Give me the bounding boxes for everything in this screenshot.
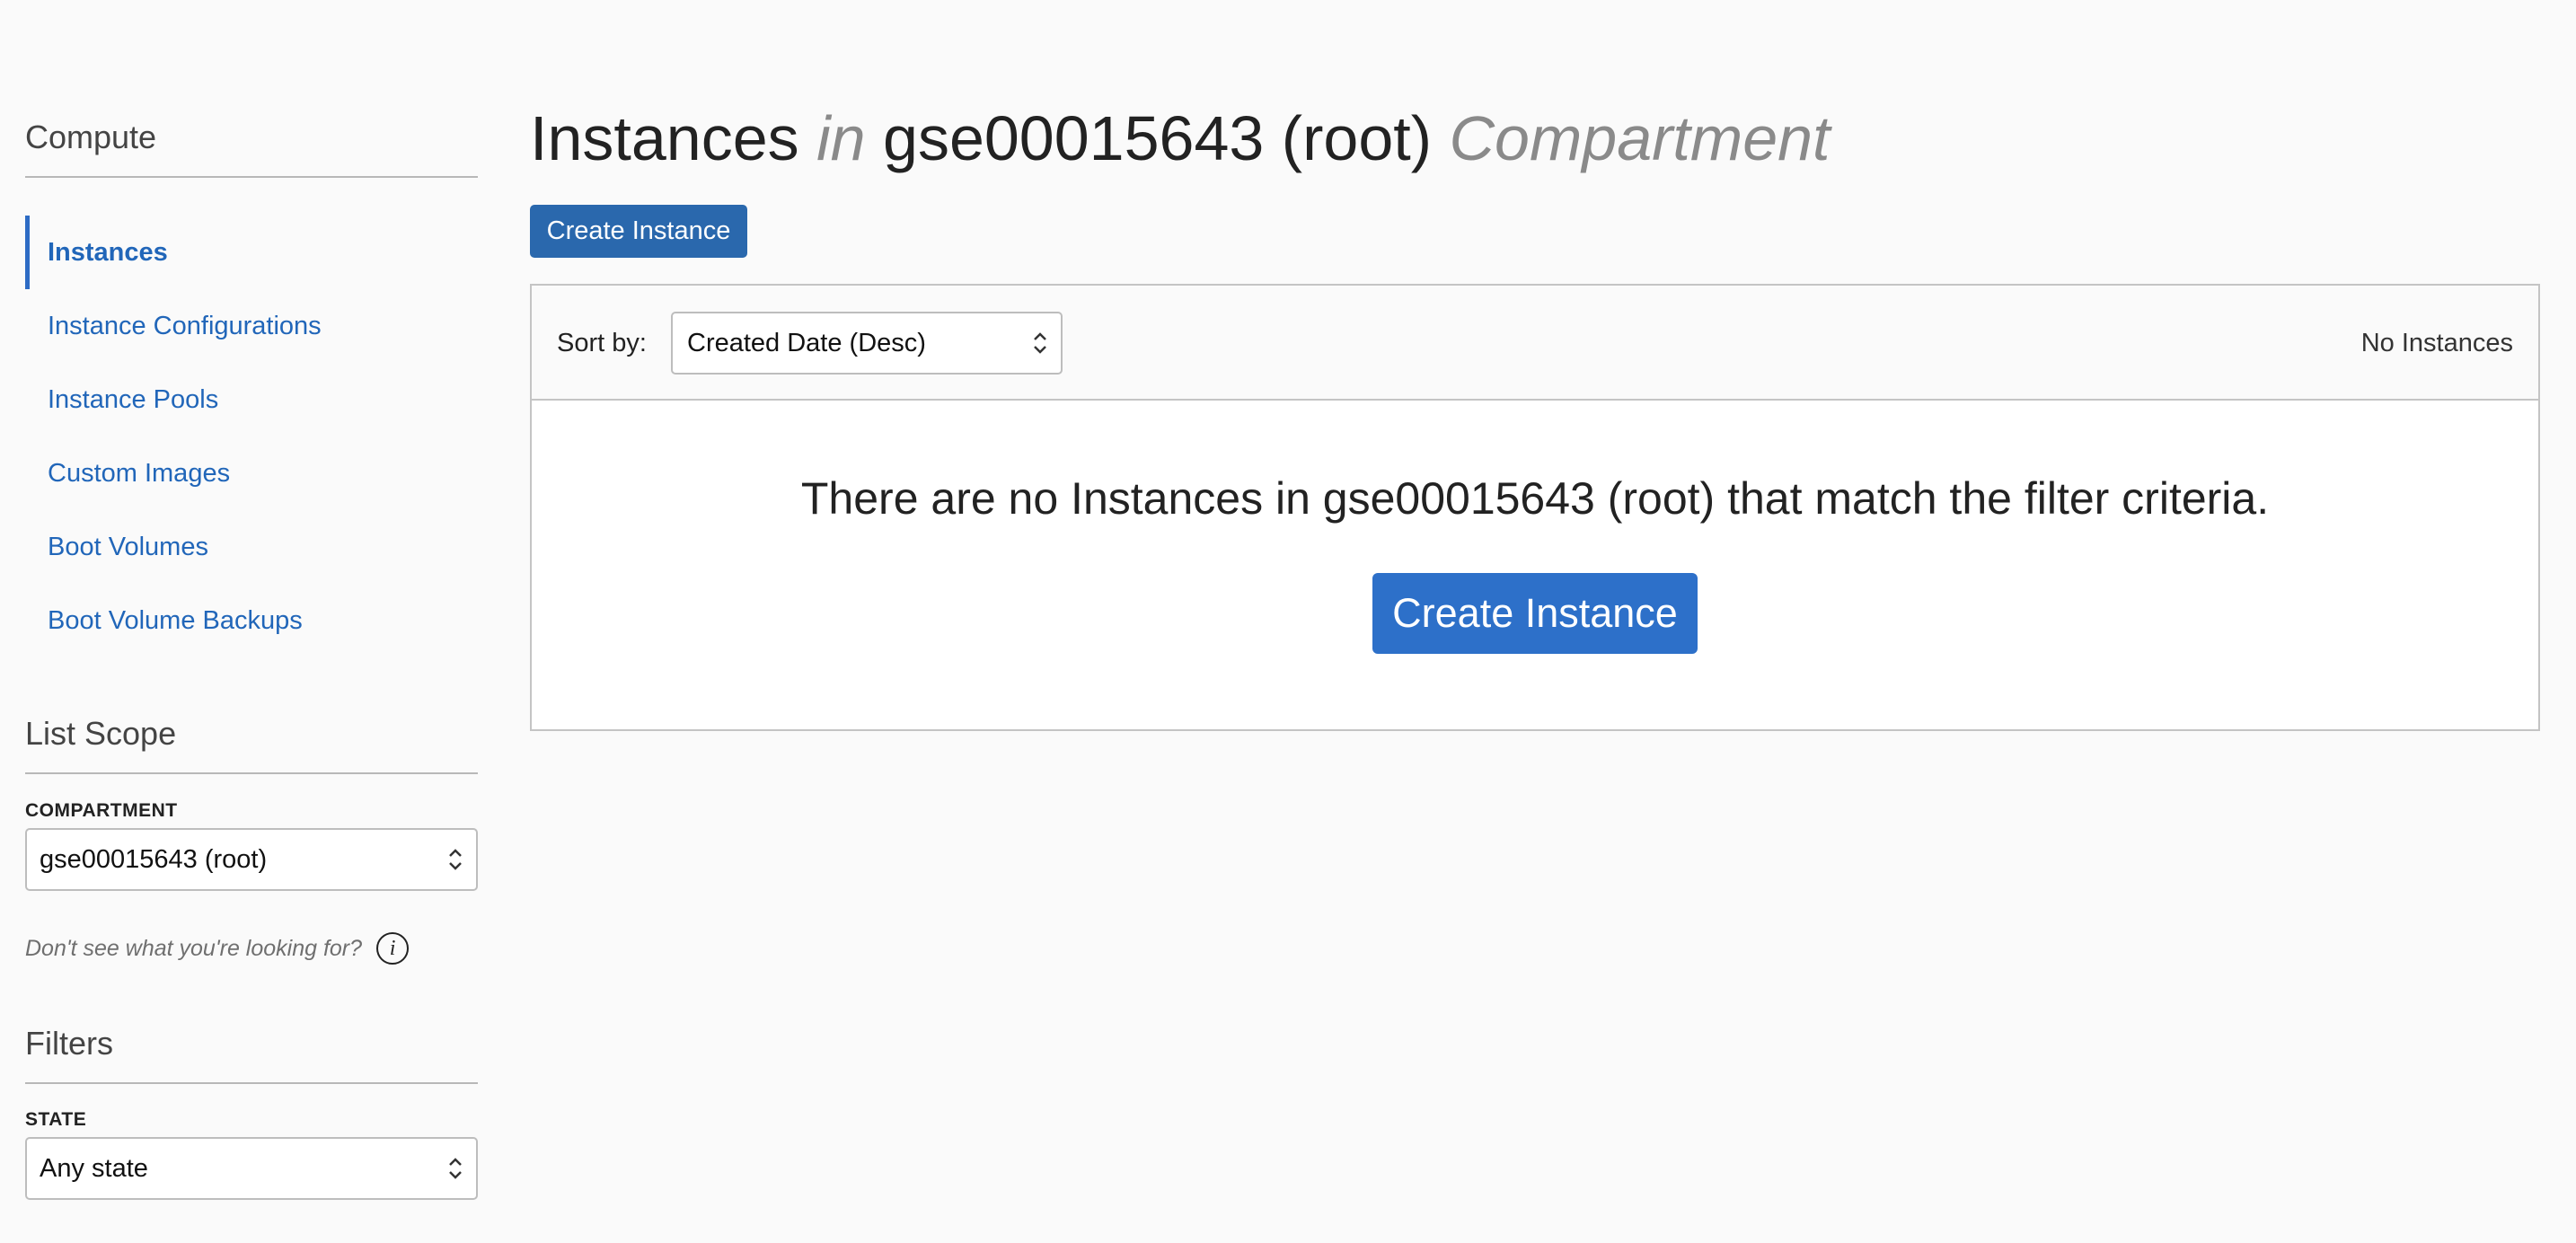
compartment-select-value: gse00015643 (root) (40, 844, 268, 874)
sidebar-item-instance-configurations[interactable]: Instance Configurations (25, 289, 478, 363)
info-icon[interactable]: i (376, 932, 410, 965)
chevron-up-down-icon (1034, 332, 1046, 354)
sidebar-item-custom-images[interactable]: Custom Images (25, 436, 478, 510)
create-instance-button[interactable]: Create Instance (530, 205, 747, 258)
sort-label: Sort by: (557, 329, 647, 357)
compute-section-title: Compute (25, 119, 478, 178)
list-scope-title: List Scope (25, 715, 478, 774)
chevron-up-down-icon (449, 849, 462, 870)
compartment-help: Don't see what you're looking for? i (25, 932, 410, 965)
sort-select[interactable]: Created Date (Desc) (671, 312, 1063, 375)
sidebar-item-boot-volumes[interactable]: Boot Volumes (25, 510, 478, 584)
page-title-compartment-name: gse00015643 (root) (883, 103, 1433, 173)
state-select[interactable]: Any state (25, 1137, 478, 1200)
compartment-label: COMPARTMENT (25, 800, 178, 821)
create-instance-large-button[interactable]: Create Instance (1372, 573, 1698, 654)
instances-panel: Sort by: Created Date (Desc) No Instance… (530, 284, 2540, 731)
page-title-compartment-word: Compartment (1449, 103, 1831, 173)
sidebar-nav: Instances Instance Configurations Instan… (25, 216, 478, 657)
page-title-resource: Instances (530, 103, 799, 173)
sidebar-item-boot-volume-backups[interactable]: Boot Volume Backups (25, 584, 478, 657)
panel-toolbar: Sort by: Created Date (Desc) No Instance… (532, 286, 2538, 401)
filters-title: Filters (25, 1025, 478, 1084)
sidebar-item-instances[interactable]: Instances (25, 216, 478, 289)
empty-state-message: There are no Instances in gse00015643 (r… (800, 473, 2270, 524)
compartment-select[interactable]: gse00015643 (root) (25, 828, 478, 891)
state-select-value: Any state (40, 1153, 148, 1183)
chevron-up-down-icon (449, 1158, 462, 1179)
page-title-in: in (816, 103, 866, 173)
state-label: STATE (25, 1109, 87, 1130)
compartment-help-text: Don't see what you're looking for? (25, 935, 363, 961)
sidebar-item-instance-pools[interactable]: Instance Pools (25, 363, 478, 436)
sort-select-value: Created Date (Desc) (687, 328, 926, 357)
page-title: Instances in gse00015643 (root) Compartm… (530, 101, 1831, 176)
instance-count: No Instances (2360, 329, 2513, 357)
